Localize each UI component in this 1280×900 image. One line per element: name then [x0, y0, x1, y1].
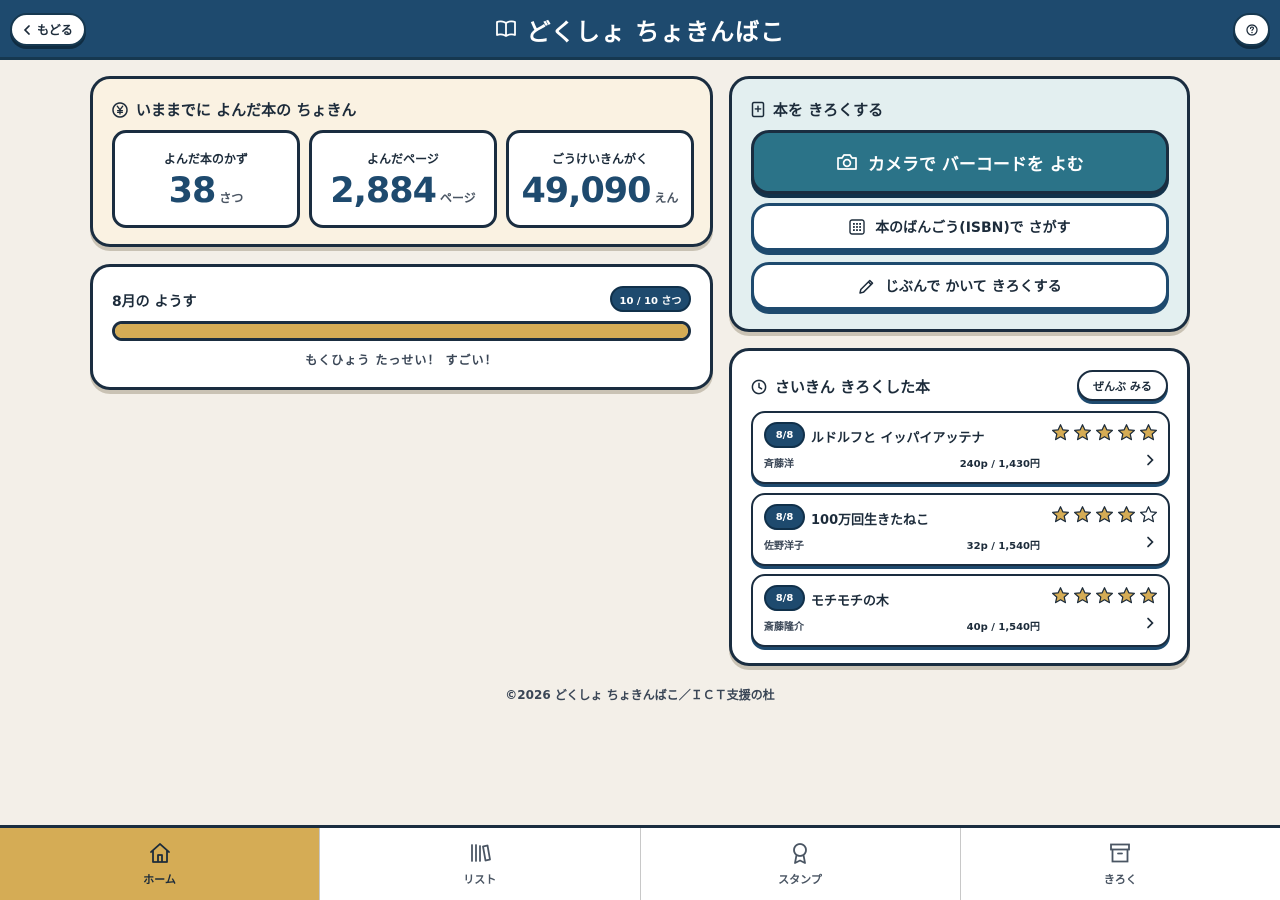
stat-label: ごうけいきんがく [551, 152, 648, 166]
books-icon [470, 844, 491, 862]
bottom-nav: ホーム リスト スタンプ きろく [0, 825, 1280, 900]
pencil-icon [859, 279, 874, 294]
savings-title: いままでに よんだ本の ちょきん [112, 99, 356, 120]
nav-home-label: ホーム [143, 873, 176, 886]
help-button[interactable] [1233, 13, 1270, 46]
star-filled-icon [1051, 424, 1070, 441]
star-rating [1051, 586, 1158, 605]
savings-title-text: いままでに よんだ本の ちょきん [136, 101, 357, 119]
manual-entry-label: じぶんで かいて きろくする [885, 279, 1062, 295]
nav-stamp[interactable]: スタンプ [639, 828, 960, 900]
book-list-item[interactable]: 8/8 ルドルフと イッパイアッテナ 斉藤洋 240p / 1,430円 [751, 411, 1170, 484]
view-all-button[interactable]: ぜんぶ みる [1077, 370, 1168, 401]
star-filled-icon [1095, 506, 1114, 523]
recent-books-card: さいきん きろくした本 ぜんぶ みる 8/8 ルドルフと イッパイアッテナ 斉藤… [729, 348, 1190, 666]
camera-scan-button[interactable]: カメラで バーコードを よむ [751, 130, 1169, 194]
star-filled-icon [1117, 424, 1136, 441]
star-filled-icon [1139, 424, 1158, 441]
stat-unit: さつ [219, 191, 244, 205]
clock-icon [751, 379, 767, 394]
book-list-item[interactable]: 8/8 100万回生きたねこ 佐野洋子 32p / 1,540円 [751, 493, 1170, 566]
stat-unit: えん [654, 191, 679, 205]
nav-list-label: リスト [463, 873, 497, 886]
star-filled-icon [1073, 424, 1092, 441]
stat-label: よんだ本のかず [163, 152, 248, 166]
star-rating [1051, 423, 1158, 442]
book-plus-icon [751, 101, 765, 118]
nav-home[interactable]: ホーム [0, 828, 320, 900]
copyright-footer: ©2026 どくしょ ちょきんばこ／ＩＣＴ支援の杜 [505, 688, 775, 702]
star-filled-icon [1095, 587, 1114, 604]
stat-value: 2,884 [330, 171, 437, 211]
star-filled-icon [1051, 506, 1070, 523]
chevron-right-icon [1147, 536, 1154, 548]
savings-card: いままでに よんだ本の ちょきん よんだ本のかず 38 さつ よんだページ 2,… [90, 76, 713, 247]
manual-entry-button[interactable]: じぶんで かいて きろくする [751, 262, 1169, 310]
chevron-right-icon [1147, 617, 1154, 629]
recent-title: さいきん きろくした本 [751, 376, 930, 397]
book-date-badge: 8/8 [764, 422, 805, 448]
stat-amount: ごうけいきんがく 49,090 えん [506, 130, 694, 228]
nav-record[interactable]: きろく [959, 828, 1280, 900]
app-title-text: どくしょ ちょきんばこ [526, 17, 786, 46]
star-rating [1051, 505, 1158, 524]
nav-list[interactable]: リスト [319, 828, 639, 900]
stat-value: 49,090 [521, 171, 651, 211]
month-message: もくひょう たっせい！ すごい！ [305, 353, 498, 367]
star-filled-icon [1095, 424, 1114, 441]
stat-value: 38 [168, 171, 217, 211]
help-icon [1245, 23, 1258, 36]
book-author: 斉藤洋 [764, 459, 794, 470]
stat-books: よんだ本のかず 38 さつ [112, 130, 300, 228]
isbn-search-button[interactable]: 本のばんごう(ISBN)で さがす [751, 203, 1169, 251]
month-card: 8月の ようす 10 / 10 さつ もくひょう たっせい！ すごい！ [90, 264, 713, 390]
book-date-badge: 8/8 [764, 504, 805, 530]
book-list-item[interactable]: 8/8 モチモチの木 斎藤隆介 40p / 1,540円 [751, 574, 1170, 647]
stat-unit: ページ [439, 191, 476, 205]
chevron-right-icon [1147, 454, 1154, 466]
month-count-badge: 10 / 10 さつ [610, 286, 691, 312]
month-title: 8月の ようす [112, 291, 197, 311]
book-pages-price: 240p / 1,430円 [959, 459, 1040, 470]
app-title: どくしょ ちょきんばこ [0, 0, 1280, 58]
camera-scan-label: カメラで バーコードを よむ [868, 154, 1084, 175]
award-icon [793, 843, 808, 864]
archive-icon [1110, 843, 1131, 863]
book-open-icon [495, 20, 516, 37]
app-header: もどる どくしょ ちょきんばこ [0, 0, 1280, 60]
month-title-text: 8月の ようす [112, 294, 197, 310]
book-pages-price: 40p / 1,540円 [966, 622, 1040, 633]
star-filled-icon [1117, 506, 1136, 523]
recent-title-text: さいきん きろくした本 [775, 378, 931, 396]
stat-label: よんだページ [367, 152, 439, 166]
star-filled-icon [1051, 587, 1070, 604]
home-icon [149, 843, 170, 863]
nav-record-label: きろく [1103, 873, 1137, 886]
month-progress-bar [112, 321, 691, 341]
record-title: 本を きろくする [751, 99, 883, 120]
nav-stamp-label: スタンプ [778, 873, 822, 886]
book-title: モチモチの木 [811, 594, 890, 609]
book-title: ルドルフと イッパイアッテナ [811, 431, 985, 446]
book-author: 佐野洋子 [764, 541, 804, 552]
isbn-search-label: 本のばんごう(ISBN)で さがす [875, 220, 1071, 236]
stat-pages: よんだページ 2,884 ページ [309, 130, 497, 228]
star-empty-icon [1139, 506, 1158, 523]
month-progress-fill [115, 324, 688, 338]
book-pages-price: 32p / 1,540円 [966, 541, 1040, 552]
camera-icon [837, 154, 857, 170]
record-card: 本を きろくする カメラで バーコードを よむ 本のばんごう(ISBN)で さが… [729, 76, 1190, 332]
book-date-badge: 8/8 [764, 585, 805, 611]
record-title-text: 本を きろくする [773, 101, 884, 119]
star-filled-icon [1139, 587, 1158, 604]
yen-icon [112, 101, 128, 118]
star-filled-icon [1073, 506, 1092, 523]
book-author: 斎藤隆介 [764, 622, 804, 633]
star-filled-icon [1073, 587, 1092, 604]
book-title: 100万回生きたねこ [811, 513, 930, 528]
star-filled-icon [1117, 587, 1136, 604]
keypad-icon [849, 219, 866, 235]
